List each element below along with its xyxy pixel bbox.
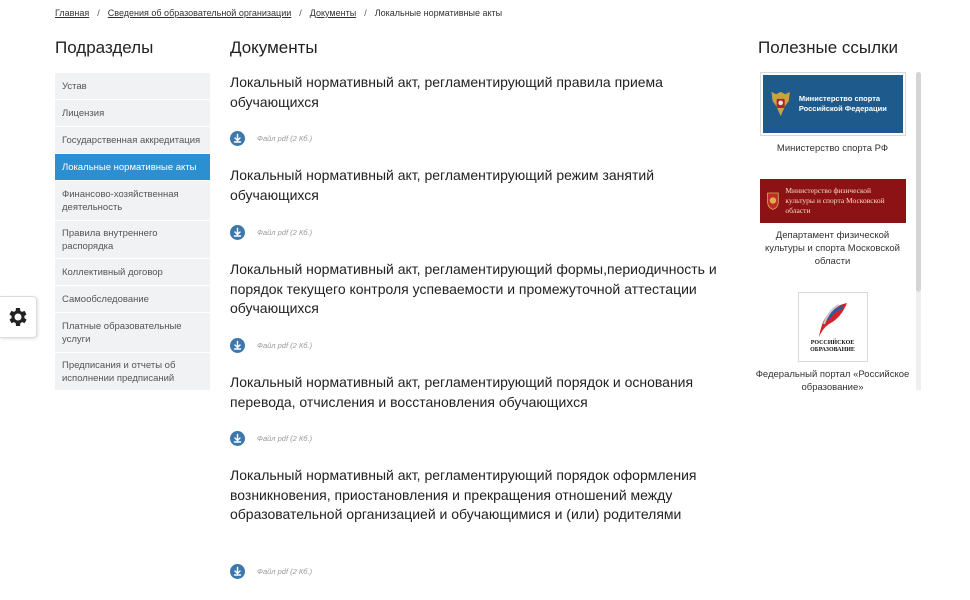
minsport-logo-text: Министерство спорта Российской Федерации [798, 94, 887, 113]
document-title[interactable]: Локальный нормативный акт, регламентирую… [230, 73, 740, 112]
file-info: Файл pdf (2 Кб.) [257, 434, 313, 443]
subsections-sidebar: Устав Лицензия Государственная аккредита… [55, 73, 210, 391]
file-info: Файл pdf (2 Кб.) [257, 134, 313, 143]
breadcrumb-current: Локальные нормативные акты [374, 8, 503, 18]
gear-icon [9, 308, 27, 326]
sidebar-item-finance[interactable]: Финансово-хозяйственная деятельность [55, 181, 210, 221]
useful-links-title: Полезные ссылки [758, 38, 898, 57]
document-title[interactable]: Локальный нормативный акт, регламентирую… [230, 166, 740, 205]
eagle-emblem-icon [770, 91, 790, 117]
coat-of-arms-icon [766, 192, 779, 210]
minsport-logo[interactable]: Министерство спорта Российской Федерации [759, 72, 906, 136]
breadcrumb: Главная / Сведения об образовательной орга… [55, 8, 502, 18]
settings-button[interactable] [0, 296, 37, 338]
document-item: Локальный нормативный акт, регламентирую… [230, 166, 740, 205]
document-file-link[interactable]: Файл pdf (2 Кб.) [230, 431, 312, 446]
download-icon[interactable] [230, 431, 245, 446]
document-title[interactable]: Локальный нормативный акт, регламентирую… [230, 373, 740, 412]
sidebar-item-charter[interactable]: Устав [55, 73, 210, 100]
breadcrumb-link-org-info[interactable]: Сведения об образовательной организации [108, 8, 291, 18]
subsections-title: Подразделы [55, 38, 154, 57]
documents-title: Документы [230, 38, 318, 57]
useful-link-russian-education[interactable]: РОССИЙСКОЕ ОБРАЗОВАНИЕ Федеральный порта… [755, 292, 910, 394]
link-caption[interactable]: Федеральный портал «Российское образован… [755, 368, 910, 394]
russian-education-logo-text: РОССИЙСКОЕ ОБРАЗОВАНИЕ [810, 340, 855, 353]
document-file-link[interactable]: Файл pdf (2 Кб.) [230, 225, 312, 240]
link-caption[interactable]: Министерство спорта РФ [755, 142, 910, 155]
sidebar-item-local-acts[interactable]: Локальные нормативные акты [55, 154, 210, 181]
sidebar-item-accreditation[interactable]: Государственная аккредитация [55, 127, 210, 154]
breadcrumb-link-home[interactable]: Главная [55, 8, 89, 18]
document-item: Локальный нормативный акт, регламентирую… [230, 466, 740, 525]
document-item: Локальный нормативный акт, регламентирую… [230, 373, 740, 412]
document-title[interactable]: Локальный нормативный акт, регламентирую… [230, 260, 740, 319]
links-scrollbar-thumb[interactable] [916, 72, 921, 292]
link-caption[interactable]: Департамент физической культуры и спорта… [755, 229, 910, 268]
useful-link-minsport[interactable]: Министерство спорта Российской Федерации… [755, 72, 910, 155]
mosobl-sport-logo[interactable]: Министерство физической культуры и спорт… [759, 179, 906, 223]
sidebar-item-paid-services[interactable]: Платные образовательные услуги [55, 313, 210, 353]
download-icon[interactable] [230, 564, 245, 579]
sidebar-item-prescriptions[interactable]: Предписания и отчеты об исполнении предп… [55, 353, 210, 391]
feather-icon [818, 303, 847, 337]
document-title[interactable]: Локальный нормативный акт, регламентирую… [230, 466, 740, 525]
russian-education-logo[interactable]: РОССИЙСКОЕ ОБРАЗОВАНИЕ [797, 292, 868, 362]
download-icon[interactable] [230, 225, 245, 240]
sidebar-item-collective-agreement[interactable]: Коллективный договор [55, 259, 210, 286]
sidebar-item-self-examination[interactable]: Самообследование [55, 286, 210, 313]
breadcrumb-separator: / [364, 8, 367, 18]
document-file-link[interactable]: Файл pdf (2 Кб.) [230, 564, 312, 579]
download-icon[interactable] [230, 131, 245, 146]
document-item: Локальный нормативный акт, регламентирую… [230, 260, 740, 319]
breadcrumb-link-documents[interactable]: Документы [310, 8, 356, 18]
file-info: Файл pdf (2 Кб.) [257, 228, 313, 237]
file-info: Файл pdf (2 Кб.) [257, 567, 313, 576]
document-item: Локальный нормативный акт, регламентирую… [230, 73, 740, 112]
download-icon[interactable] [230, 338, 245, 353]
breadcrumb-separator: / [299, 8, 302, 18]
breadcrumb-separator: / [97, 8, 100, 18]
file-info: Файл pdf (2 Кб.) [257, 341, 313, 350]
useful-link-mosobl-sport[interactable]: Министерство физической культуры и спорт… [755, 179, 910, 268]
links-scrollbar-track[interactable] [916, 292, 921, 390]
sidebar-item-license[interactable]: Лицензия [55, 100, 210, 127]
sidebar-item-internal-rules[interactable]: Правила внутреннего распорядка [55, 221, 210, 259]
document-file-link[interactable]: Файл pdf (2 Кб.) [230, 338, 312, 353]
document-file-link[interactable]: Файл pdf (2 Кб.) [230, 131, 312, 146]
mosobl-logo-text: Министерство физической культуры и спорт… [785, 186, 885, 215]
